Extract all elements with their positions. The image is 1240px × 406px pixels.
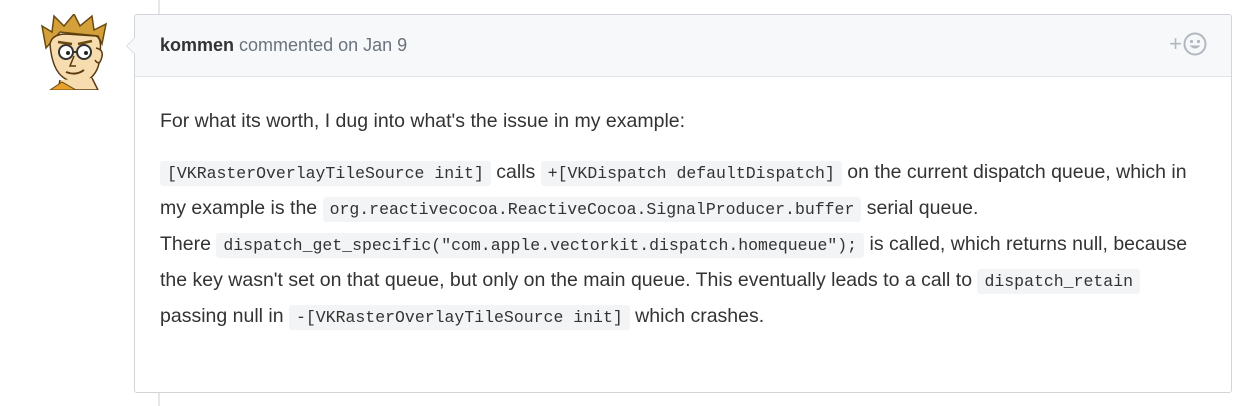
body-text: serial queue. [861,197,979,219]
inline-code: [VKRasterOverlayTileSource init] [160,161,491,186]
plus-label: + [1169,31,1182,56]
comment-date[interactable]: Jan 9 [363,35,407,55]
comment-meta: kommen commented on Jan 9 [160,35,407,56]
avatar[interactable] [40,14,110,90]
body-text: calls [490,161,541,183]
comment-box: kommen commented on Jan 9 + For what its… [126,14,1232,393]
comment-paragraph: [VKRasterOverlayTileSource init] calls +… [160,155,1206,335]
cartoon-avatar-icon [40,14,108,90]
add-reaction-button[interactable]: + [1169,32,1207,56]
comment-body: For what its worth, I dug into what's th… [135,77,1231,335]
comment-arrow-inner [127,38,135,54]
smiley-icon [1183,32,1207,56]
comment-intro: For what its worth, I dug into what's th… [160,110,686,132]
author-link[interactable]: kommen [160,35,234,55]
body-text: which crashes. [629,305,765,327]
inline-code: +[VKDispatch defaultDispatch] [540,161,842,186]
inline-code: org.reactivecocoa.ReactiveCocoa.SignalPr… [322,197,862,222]
body-text: passing null in [160,305,289,327]
inline-code: dispatch_get_specific("com.apple.vectork… [216,233,865,258]
comment-header: kommen commented on Jan 9 + [126,15,1231,77]
body-text: There [160,233,217,255]
inline-code: dispatch_retain [977,269,1140,294]
inline-code: -[VKRasterOverlayTileSource init] [289,305,630,330]
comment-action: commented on [239,35,359,55]
page: kommen commented on Jan 9 + For what its… [0,0,1240,406]
